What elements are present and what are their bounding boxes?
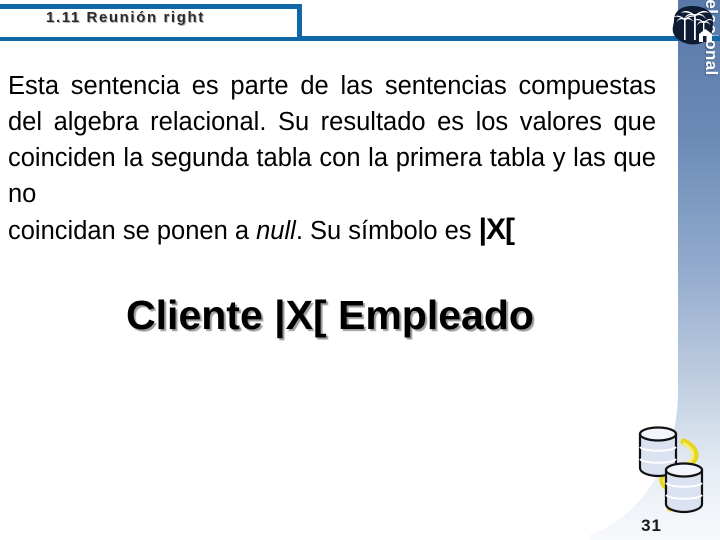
- page-title: 1.11 Reunión right: [46, 9, 205, 26]
- slide-canvas: T3: Algebra relacional 1.11 Reunión righ…: [0, 0, 720, 540]
- body-last-line: coincidan se ponen a null. Su símbolo es…: [8, 212, 656, 249]
- example-heading: Cliente |X[ Empleado: [126, 292, 534, 338]
- body-paragraph: Esta sentencia es parte de las sentencia…: [8, 68, 656, 249]
- join-symbol-inline: |X[: [478, 213, 515, 246]
- page-number: 31: [641, 516, 662, 535]
- two-database-cylinders-icon: [626, 418, 712, 514]
- body-tail-before: coincidan se ponen a: [8, 217, 257, 245]
- body-tail-after: . Su símbolo es: [295, 217, 479, 245]
- body-main-text: Esta sentencia es parte de las sentencia…: [8, 72, 656, 208]
- body-italic-null: null: [256, 217, 296, 245]
- palm-trees-house-logo-icon: [666, 4, 716, 50]
